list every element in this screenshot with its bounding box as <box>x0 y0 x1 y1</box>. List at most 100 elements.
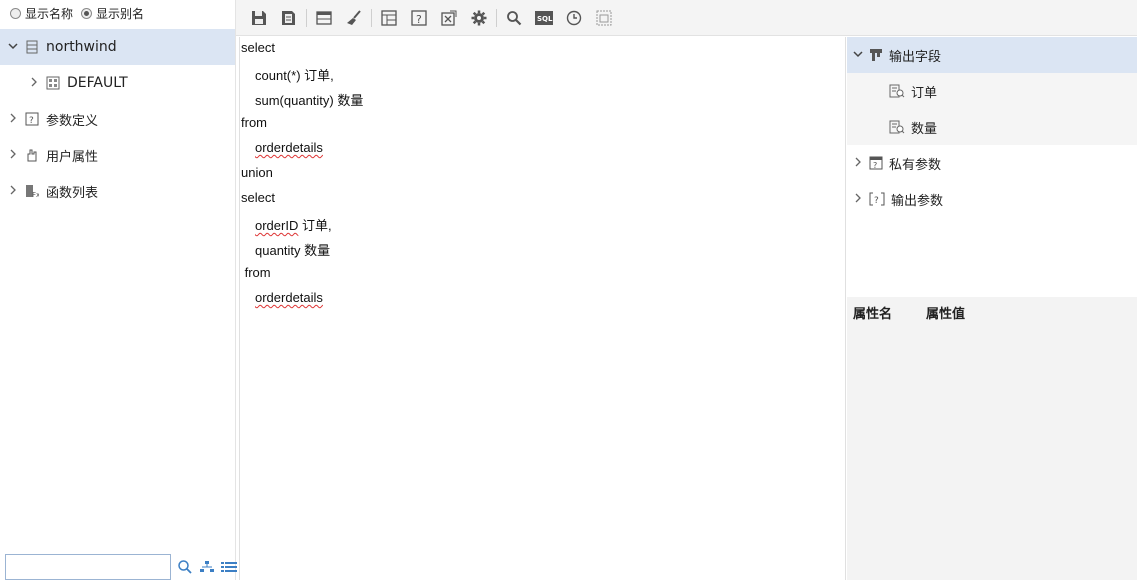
code-line: orderdetails <box>255 290 323 310</box>
sql-icon[interactable]: SQL <box>533 7 555 29</box>
user-attr-icon <box>24 147 40 163</box>
code-token: quantity 数量 <box>255 243 331 258</box>
code-line: from <box>241 115 267 135</box>
code-token: 订单, <box>298 218 332 233</box>
schema-label: DEFAULT <box>67 75 128 91</box>
code-line: orderID 订单, <box>255 215 332 235</box>
radio-show-alias[interactable]: 显示别名 <box>81 5 144 22</box>
user-attrs-label: 用户属性 <box>46 149 99 165</box>
left-search-bar <box>5 554 237 580</box>
private-param-icon: ? <box>869 156 883 170</box>
code-token: orderdetails <box>255 290 323 305</box>
list-view-icon[interactable] <box>221 561 237 573</box>
field-icon <box>889 120 905 134</box>
save-icon[interactable] <box>248 7 270 29</box>
search-icon[interactable] <box>177 559 193 575</box>
param-icon: ? <box>24 111 40 127</box>
property-value-header: 属性值 <box>926 307 966 322</box>
code-token: union <box>241 165 273 180</box>
svg-text:Fx: Fx <box>32 191 39 198</box>
display-mode-radio-group: 显示名称 显示别名 <box>10 4 152 22</box>
field-quantity-label: 数量 <box>911 121 938 137</box>
export-icon[interactable] <box>438 7 460 29</box>
svg-text:?: ? <box>874 196 879 206</box>
output-tree: 输出字段 订单 数量 ? 私有参数 ? 输出参数 <box>847 37 1137 297</box>
layout-icon[interactable] <box>378 7 400 29</box>
radio-show-name-circle[interactable] <box>10 7 21 19</box>
output-fields-label: 输出字段 <box>889 49 942 65</box>
brush-icon[interactable] <box>343 7 365 29</box>
code-token: count(*) 订单, <box>255 68 334 83</box>
editor-toolbar: ? SQL <box>236 0 1137 36</box>
code-line: select <box>241 40 275 60</box>
preview-icon[interactable] <box>593 7 615 29</box>
chevron-right-icon[interactable] <box>27 77 41 90</box>
tree-item-field-order[interactable]: 订单 <box>847 73 1137 109</box>
private-params-label: 私有参数 <box>889 157 942 173</box>
clock-icon[interactable] <box>563 7 585 29</box>
chevron-down-icon[interactable] <box>6 41 20 54</box>
code-line: quantity 数量 <box>255 240 330 260</box>
tree-item-datasource[interactable]: northwind <box>0 29 235 65</box>
code-token: select <box>241 40 275 55</box>
chevron-right-icon[interactable] <box>6 113 20 126</box>
toolbar-divider <box>371 8 372 27</box>
table-icon[interactable] <box>313 7 335 29</box>
tree-item-field-quantity[interactable]: 数量 <box>847 109 1137 145</box>
chevron-right-icon[interactable] <box>6 149 20 162</box>
chevron-right-icon[interactable] <box>6 185 20 198</box>
toolbar-divider <box>496 8 497 27</box>
sql-editor[interactable]: select count(*) 订单, sum(quantity) 数量 from or… <box>239 37 846 580</box>
code-token: sum(quantity) 数量 <box>255 93 364 108</box>
chevron-right-icon[interactable] <box>853 192 865 207</box>
right-panel: 输出字段 订单 数量 ? 私有参数 ? 输出参数 属性名 属性值 <box>847 37 1137 580</box>
output-params-label: 输出参数 <box>891 193 944 209</box>
code-token-misspelled: orderID <box>255 218 299 233</box>
tree-view-icon[interactable] <box>199 560 215 574</box>
svg-text:?: ? <box>29 116 34 126</box>
code-line: from <box>241 265 271 285</box>
params-label: 参数定义 <box>46 113 99 129</box>
code-token: from <box>241 265 271 280</box>
search-icon[interactable] <box>503 7 525 29</box>
radio-show-alias-circle[interactable] <box>81 7 93 19</box>
chevron-down-icon[interactable] <box>853 48 865 63</box>
svg-text:?: ? <box>416 13 422 26</box>
save-as-icon[interactable] <box>278 7 300 29</box>
radio-show-name-label: 显示名称 <box>25 6 74 21</box>
param-query-icon[interactable]: ? <box>408 7 430 29</box>
datasource-label: northwind <box>46 39 117 55</box>
tree-item-output-params[interactable]: ? 输出参数 <box>847 181 1137 217</box>
code-line: union <box>241 165 273 185</box>
code-token: select <box>241 190 275 205</box>
tree-item-functions[interactable]: Fx 函数列表 <box>0 173 235 209</box>
tree-search-input[interactable] <box>5 554 171 580</box>
left-panel: 显示名称 显示别名 northwind DEFAULT ? 参数定义 用户属性 … <box>0 0 237 580</box>
svg-text:SQL: SQL <box>537 15 553 23</box>
code-line: select <box>241 190 275 210</box>
output-fields-icon <box>869 48 883 62</box>
field-order-label: 订单 <box>911 85 938 101</box>
property-name-header: 属性名 <box>853 307 893 322</box>
output-param-icon: ? <box>869 192 885 206</box>
radio-show-alias-label: 显示别名 <box>96 6 145 21</box>
svg-text:?: ? <box>873 161 877 170</box>
function-icon: Fx <box>24 183 40 199</box>
tree-item-output-fields[interactable]: 输出字段 <box>847 37 1137 73</box>
gear-icon[interactable] <box>468 7 490 29</box>
field-icon <box>889 84 905 98</box>
tree-item-private-params[interactable]: ? 私有参数 <box>847 145 1137 181</box>
tree-item-user-attrs[interactable]: 用户属性 <box>0 137 235 173</box>
tree-item-params[interactable]: ? 参数定义 <box>0 101 235 137</box>
properties-header: 属性名 属性值 <box>853 303 999 322</box>
radio-show-name[interactable]: 显示名称 <box>10 5 73 22</box>
code-line: count(*) 订单, <box>255 65 334 85</box>
database-icon <box>24 39 40 55</box>
schema-icon <box>45 75 61 91</box>
code-line: sum(quantity) 数量 <box>255 90 363 110</box>
tree-item-schema[interactable]: DEFAULT <box>0 65 235 101</box>
functions-label: 函数列表 <box>46 185 99 201</box>
toolbar-divider <box>306 8 307 27</box>
chevron-right-icon[interactable] <box>853 156 865 171</box>
code-token: orderdetails <box>255 140 323 155</box>
